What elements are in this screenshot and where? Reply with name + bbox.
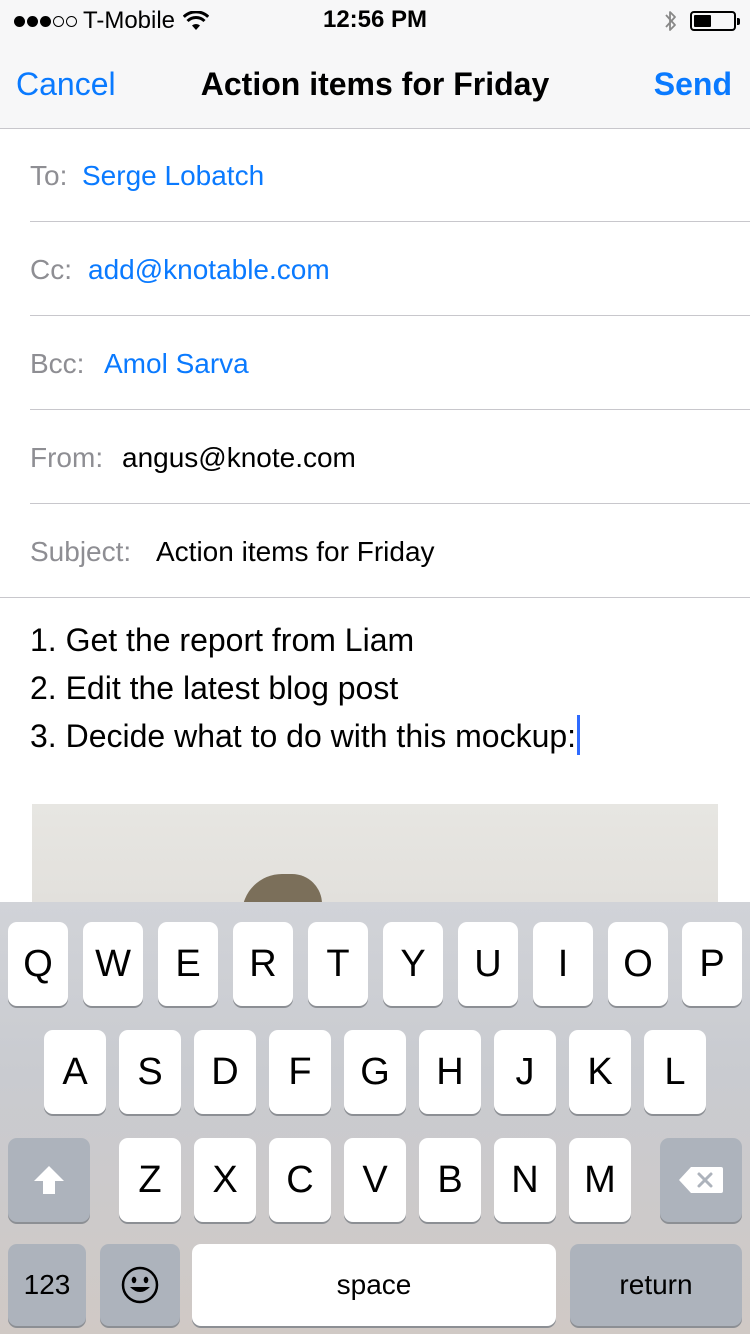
subject-input[interactable]: Action items for Friday: [156, 536, 435, 568]
body-line: 1. Get the report from Liam: [30, 622, 415, 658]
key-o[interactable]: O: [608, 922, 668, 1006]
key-e[interactable]: E: [158, 922, 218, 1006]
to-label: To:: [30, 160, 68, 191]
key-l[interactable]: L: [644, 1030, 706, 1114]
delete-icon: [679, 1167, 723, 1193]
return-key[interactable]: return: [570, 1244, 742, 1326]
key-h[interactable]: H: [419, 1030, 481, 1114]
key-v[interactable]: V: [344, 1138, 406, 1222]
key-c[interactable]: C: [269, 1138, 331, 1222]
from-label: From:: [30, 442, 104, 473]
cc-recipient[interactable]: add@knotable.com: [88, 254, 330, 286]
bluetooth-icon: [665, 11, 676, 31]
key-i[interactable]: I: [533, 922, 593, 1006]
status-right: [664, 8, 740, 34]
key-y[interactable]: Y: [383, 922, 443, 1006]
subject-field[interactable]: Subject: Action items for Friday: [0, 504, 750, 598]
delete-key[interactable]: [660, 1138, 742, 1222]
key-j[interactable]: J: [494, 1030, 556, 1114]
status-time: 12:56 PM: [322, 6, 428, 33]
key-q[interactable]: Q: [8, 922, 68, 1006]
key-d[interactable]: D: [194, 1030, 256, 1114]
body-line: 2. Edit the latest blog post: [30, 670, 399, 706]
bcc-recipient[interactable]: Amol Sarva: [104, 348, 249, 380]
key-f[interactable]: F: [269, 1030, 331, 1114]
to-field[interactable]: To: Serge Lobatch: [0, 128, 750, 222]
numbers-key[interactable]: 123: [8, 1244, 86, 1326]
key-s[interactable]: S: [119, 1030, 181, 1114]
key-u[interactable]: U: [458, 922, 518, 1006]
emoji-key[interactable]: [100, 1244, 180, 1326]
send-button[interactable]: Send: [654, 66, 732, 103]
attached-image[interactable]: [32, 804, 718, 904]
cc-label: Cc:: [30, 254, 72, 285]
text-cursor: [577, 715, 581, 755]
key-r[interactable]: R: [233, 922, 293, 1006]
from-field[interactable]: From: angus@knote.com: [0, 410, 750, 504]
from-address[interactable]: angus@knote.com: [122, 442, 356, 474]
to-recipient[interactable]: Serge Lobatch: [82, 160, 264, 192]
nav-title: Action items for Friday: [200, 66, 550, 102]
emoji-icon: [121, 1266, 159, 1304]
space-key[interactable]: space: [192, 1244, 556, 1326]
battery-level: [694, 15, 711, 27]
key-z[interactable]: Z: [119, 1138, 181, 1222]
nav-bar: Cancel Action items for Friday Send: [0, 40, 750, 129]
key-m[interactable]: M: [569, 1138, 631, 1222]
message-body[interactable]: 1. Get the report from Liam 2. Edit the …: [30, 616, 730, 760]
cc-field[interactable]: Cc: add@knotable.com: [0, 222, 750, 316]
key-w[interactable]: W: [83, 922, 143, 1006]
key-b[interactable]: B: [419, 1138, 481, 1222]
key-p[interactable]: P: [682, 922, 742, 1006]
status-bar: T-Mobile 12:56 PM: [0, 0, 750, 40]
key-k[interactable]: K: [569, 1030, 631, 1114]
key-g[interactable]: G: [344, 1030, 406, 1114]
image-object: [242, 874, 322, 904]
battery-icon: [690, 11, 740, 31]
keyboard: Q W E R T Y U I O P A S D F G H J K L Z …: [0, 902, 750, 1334]
bcc-field[interactable]: Bcc: Amol Sarva: [0, 316, 750, 410]
key-n[interactable]: N: [494, 1138, 556, 1222]
shift-icon: [34, 1166, 64, 1194]
divider: [0, 597, 750, 598]
body-line-text: 3. Decide what to do with this mockup:: [30, 718, 577, 754]
key-x[interactable]: X: [194, 1138, 256, 1222]
key-a[interactable]: A: [44, 1030, 106, 1114]
key-t[interactable]: T: [308, 922, 368, 1006]
shift-key[interactable]: [8, 1138, 90, 1222]
bcc-label: Bcc:: [30, 348, 85, 379]
body-line-last: 3. Decide what to do with this mockup:: [30, 712, 730, 760]
subject-label: Subject:: [30, 536, 132, 567]
